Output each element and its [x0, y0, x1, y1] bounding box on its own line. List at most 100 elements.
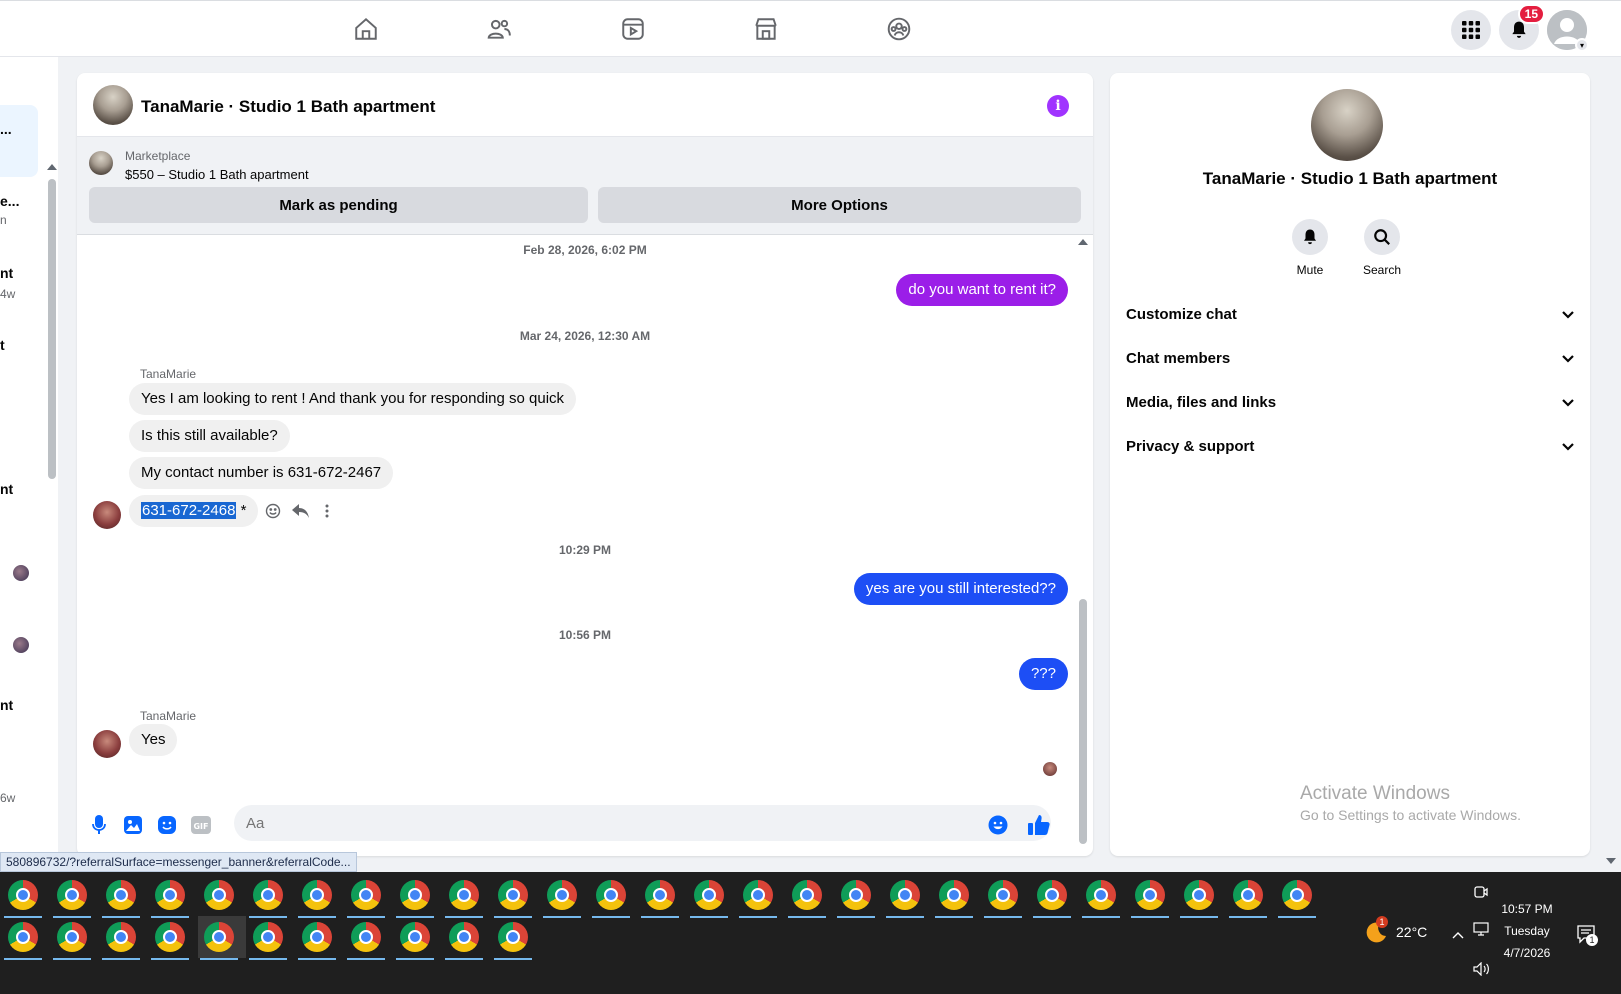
chrome-window-icon[interactable]	[8, 880, 38, 910]
chrome-window-icon[interactable]	[1233, 880, 1263, 910]
video-icon[interactable]	[619, 15, 647, 43]
reply-icon[interactable]	[291, 501, 311, 521]
outgoing-message[interactable]: yes are you still interested??	[853, 573, 1068, 605]
chrome-window-icon[interactable]	[204, 922, 234, 952]
chrome-window-icon[interactable]	[106, 880, 136, 910]
sender-avatar[interactable]	[93, 730, 121, 758]
chrome-window-icon[interactable]	[547, 880, 577, 910]
more-options-button[interactable]: More Options	[598, 187, 1081, 223]
chevron-down-icon	[1562, 394, 1574, 411]
clock-date[interactable]: 4/7/2026	[1495, 946, 1559, 960]
sticker-icon[interactable]	[157, 815, 177, 835]
react-icon[interactable]	[263, 501, 283, 521]
chrome-window-icon[interactable]	[302, 922, 332, 952]
search-action[interactable]: Search	[1352, 219, 1412, 277]
chrome-window-icon[interactable]	[939, 880, 969, 910]
chrome-window-icon[interactable]	[890, 880, 920, 910]
scroll-up-arrow[interactable]	[1078, 239, 1088, 245]
account-avatar-button[interactable]: ▾	[1547, 10, 1589, 52]
clock-day[interactable]: Tuesday	[1495, 924, 1559, 938]
chrome-window-icon[interactable]	[1184, 880, 1214, 910]
listing-title[interactable]: $550 – Studio 1 Bath apartment	[125, 167, 309, 182]
chat-list-scrollbar[interactable]	[48, 179, 56, 479]
chrome-window-icon[interactable]	[694, 880, 724, 910]
scroll-up-arrow[interactable]	[47, 164, 57, 170]
gif-icon[interactable]: GIF	[191, 815, 211, 835]
chrome-window-icon[interactable]	[1282, 880, 1312, 910]
privacy-support-row[interactable]: Privacy & support	[1126, 434, 1574, 458]
chrome-window-icon[interactable]	[1135, 880, 1165, 910]
customize-chat-row[interactable]: Customize chat	[1126, 302, 1574, 326]
chevron-up-icon[interactable]	[1452, 926, 1464, 944]
outgoing-message[interactable]: do you want to rent it?	[896, 274, 1068, 306]
chrome-window-icon[interactable]	[498, 880, 528, 910]
chrome-window-icon[interactable]	[841, 880, 871, 910]
chevron-down-icon: ▾	[1575, 38, 1589, 52]
chrome-window-icon[interactable]	[351, 922, 381, 952]
listing-large-avatar[interactable]	[1311, 89, 1383, 161]
page-scroll-down-arrow[interactable]	[1606, 858, 1616, 864]
emoji-icon[interactable]	[988, 815, 1008, 835]
chrome-window-icon[interactable]	[400, 880, 430, 910]
marketplace-icon[interactable]	[752, 15, 780, 43]
message-input[interactable]	[234, 805, 1051, 841]
chrome-window-icon[interactable]	[596, 880, 626, 910]
listing-avatar[interactable]	[93, 85, 133, 125]
temperature-text[interactable]: 22°C	[1396, 924, 1427, 940]
meet-now-icon[interactable]	[1473, 884, 1489, 905]
media-files-links-row[interactable]: Media, files and links	[1126, 390, 1574, 414]
listing-thumbnail[interactable]	[89, 151, 113, 175]
friends-icon[interactable]	[485, 15, 513, 43]
incoming-message[interactable]: Is this still available?	[129, 420, 290, 452]
chrome-window-icon[interactable]	[351, 880, 381, 910]
chrome-window-icon[interactable]	[498, 922, 528, 952]
outgoing-message[interactable]: ???	[1018, 658, 1068, 690]
chrome-window-icon[interactable]	[8, 922, 38, 952]
taskbar-running-indicator	[1033, 916, 1071, 918]
home-icon[interactable]	[352, 15, 380, 43]
groups-icon[interactable]	[885, 15, 913, 43]
sender-avatar[interactable]	[93, 501, 121, 529]
action-center-icon[interactable]: 1	[1576, 924, 1598, 949]
incoming-message[interactable]: Yes I am looking to rent ! And thank you…	[129, 383, 577, 415]
info-icon[interactable]: i	[1047, 95, 1069, 117]
chrome-window-icon[interactable]	[57, 880, 87, 910]
incoming-message[interactable]: My contact number is 631-672-2467	[129, 457, 394, 489]
chrome-window-icon[interactable]	[204, 880, 234, 910]
chrome-window-icon[interactable]	[449, 880, 479, 910]
conversation-title[interactable]: TanaMarie · Studio 1 Bath apartment	[141, 97, 435, 117]
thumbs-up-icon[interactable]	[1027, 815, 1051, 835]
more-vertical-icon[interactable]	[317, 501, 337, 521]
microphone-icon[interactable]	[89, 815, 109, 835]
chrome-window-icon[interactable]	[106, 922, 136, 952]
weather-moon-icon[interactable]: 1	[1364, 916, 1388, 944]
chat-members-row[interactable]: Chat members	[1126, 346, 1574, 370]
chrome-window-icon[interactable]	[155, 922, 185, 952]
chrome-window-icon[interactable]	[449, 922, 479, 952]
menu-grid-button[interactable]	[1451, 10, 1491, 50]
incoming-message[interactable]: 631-672-2468 *	[129, 495, 259, 527]
notifications-button[interactable]: 15	[1499, 4, 1545, 50]
network-icon[interactable]	[1473, 922, 1489, 941]
chrome-window-icon[interactable]	[253, 922, 283, 952]
chrome-window-icon[interactable]	[302, 880, 332, 910]
mark-as-pending-button[interactable]: Mark as pending	[89, 187, 588, 223]
photo-icon[interactable]	[123, 815, 143, 835]
chrome-window-icon[interactable]	[155, 880, 185, 910]
chrome-window-icon[interactable]	[253, 880, 283, 910]
chrome-window-icon[interactable]	[57, 922, 87, 952]
chrome-window-icon[interactable]	[988, 880, 1018, 910]
selected-phone-number[interactable]: 631-672-2468	[141, 502, 237, 519]
chrome-window-icon[interactable]	[743, 880, 773, 910]
selected-chat-item[interactable]	[0, 105, 38, 177]
incoming-message[interactable]: Yes	[129, 724, 178, 756]
chrome-window-icon[interactable]	[1086, 880, 1116, 910]
mute-label: Mute	[1296, 263, 1324, 277]
chrome-window-icon[interactable]	[792, 880, 822, 910]
clock-time[interactable]: 10:57 PM	[1495, 902, 1559, 916]
chrome-window-icon[interactable]	[1037, 880, 1067, 910]
chrome-window-icon[interactable]	[400, 922, 430, 952]
volume-icon[interactable]	[1473, 961, 1491, 981]
mute-action[interactable]: Mute	[1280, 219, 1340, 277]
chrome-window-icon[interactable]	[645, 880, 675, 910]
